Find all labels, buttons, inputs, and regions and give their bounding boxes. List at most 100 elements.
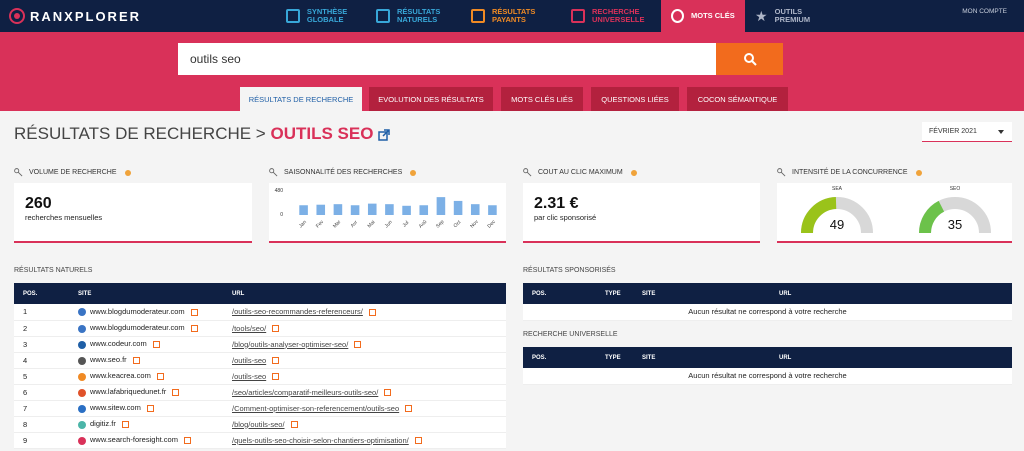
row-url[interactable]: /outils-seo (223, 368, 506, 385)
url-link[interactable]: /outils-seo (232, 356, 266, 365)
site-link[interactable]: www.lafabriquedunet.fr (90, 387, 166, 396)
url-link[interactable]: /outils-seo-recommandes-referenceurs/ (232, 307, 363, 316)
row-pos: 5 (14, 368, 69, 385)
url-link[interactable]: /blog/outils-seo/ (232, 420, 285, 429)
cpc-header: COUT AU CLIC MAXIMUM (523, 168, 637, 177)
external-link-icon[interactable] (121, 421, 129, 428)
bar (419, 205, 429, 215)
table-row: 6 www.lafabriquedunet.fr/seo/articles/com… (14, 384, 506, 401)
table-row: 5 www.keacrea.com/outils-seo (14, 368, 506, 385)
row-site[interactable]: www.codeur.com (69, 336, 223, 353)
row-url[interactable]: /tools/seo/ (223, 320, 506, 337)
external-link-icon[interactable] (272, 373, 280, 381)
external-link-icon[interactable] (414, 437, 422, 445)
row-site[interactable]: www.blogdumoderateur.com (69, 304, 223, 321)
row-site[interactable]: digitiz.fr (69, 416, 223, 433)
grid-icon (286, 9, 300, 23)
nav-resultats-payants[interactable]: RÉSULTATS PAYANTS (461, 0, 561, 32)
external-link-icon[interactable] (272, 325, 280, 333)
row-url[interactable]: /quels-outils-seo-choisir-selon-chantier… (223, 432, 506, 449)
x-tick-label: Jul (401, 220, 410, 229)
external-link-icon[interactable] (156, 373, 164, 380)
external-link-icon[interactable] (183, 437, 191, 444)
volume-value: 260 (25, 195, 52, 212)
url-link[interactable]: /tools/seo/ (232, 324, 266, 333)
volume-label: recherches mensuelles (25, 213, 103, 222)
external-link-icon[interactable] (190, 325, 198, 332)
row-site[interactable]: www.search-foresight.com (69, 432, 223, 449)
nav-synthese-globale[interactable]: SYNTHÈSE GLOBALE (276, 0, 366, 32)
row-pos: 7 (14, 400, 69, 417)
site-link[interactable]: www.blogdumoderateur.com (90, 307, 185, 316)
site-link[interactable]: digitiz.fr (90, 419, 116, 428)
site-link[interactable]: www.search-foresight.com (90, 435, 178, 444)
row-url[interactable]: /outils-seo-recommandes-referenceurs/ (223, 304, 506, 321)
row-site[interactable]: www.keacrea.com (69, 368, 223, 385)
external-link-icon[interactable] (290, 421, 298, 429)
key-icon (14, 168, 23, 177)
nav-mots-cles[interactable]: MOTS CLÉS (661, 0, 745, 32)
cpc-card: 2.31 € par clic sponsorisé (523, 183, 760, 243)
row-url[interactable]: /blog/outils-seo/ (223, 416, 506, 433)
site-link[interactable]: www.keacrea.com (90, 371, 151, 380)
account-menu[interactable]: MON COMPTE (962, 8, 1007, 15)
tab-mots-cles-lies[interactable]: MOTS CLÉS LIÉS (501, 87, 583, 111)
row-url[interactable]: /blog/outils-analyser-optimiser-seo/ (223, 336, 506, 353)
seo-gauge-fill (919, 200, 945, 234)
row-site[interactable]: www.blogdumoderateur.com (69, 320, 223, 337)
external-link-icon[interactable] (172, 389, 180, 396)
info-icon[interactable] (124, 169, 131, 176)
url-link[interactable]: /Comment-optimiser-son-referencement/out… (232, 404, 399, 413)
tab-resultats-recherche[interactable]: RÉSULTATS DE RECHERCHE (240, 87, 362, 111)
external-link-icon[interactable] (152, 341, 160, 348)
external-link-icon[interactable] (378, 128, 390, 141)
concurrence-header: INTENSITÉ DE LA CONCURRENCE (777, 168, 922, 177)
nav-outils-premium[interactable]: ★ OUTILS PREMIUM (745, 0, 829, 32)
site-link[interactable]: www.sitew.com (90, 403, 141, 412)
sponsorises-title: RÉSULTATS SPONSORISÉS (523, 267, 616, 274)
info-icon[interactable] (915, 169, 922, 176)
url-link[interactable]: /blog/outils-analyser-optimiser-seo/ (232, 340, 348, 349)
site-link[interactable]: www.blogdumoderateur.com (90, 323, 185, 332)
external-link-icon[interactable] (146, 405, 154, 412)
row-site[interactable]: www.lafabriquedunet.fr (69, 384, 223, 401)
site-link[interactable]: www.seo.fr (90, 355, 127, 364)
nav-resultats-naturels[interactable]: RÉSULTATS NATURELS (366, 0, 461, 32)
row-url[interactable]: /outils-seo (223, 352, 506, 369)
competition-gauges: SEA SEO 49 35 (801, 186, 991, 234)
url-link[interactable]: /quels-outils-seo-choisir-selon-chantier… (232, 436, 409, 445)
table-row: 2 www.blogdumoderateur.com/tools/seo/ (14, 320, 506, 337)
tab-questions-liees[interactable]: QUESTIONS LIÉES (591, 87, 679, 111)
external-link-icon[interactable] (405, 405, 413, 413)
site-link[interactable]: www.codeur.com (90, 339, 147, 348)
row-url[interactable]: /seo/articles/comparatif-meilleurs-outil… (223, 384, 506, 401)
row-site[interactable]: www.sitew.com (69, 400, 223, 417)
key-icon (523, 168, 532, 177)
external-link-icon[interactable] (368, 308, 376, 316)
url-link[interactable]: /outils-seo (232, 372, 266, 381)
external-link-icon[interactable] (272, 357, 280, 365)
date-select[interactable]: FÉVRIER 2021 (922, 122, 1012, 142)
search-icon (743, 53, 757, 66)
row-url[interactable]: /Comment-optimiser-son-referencement/out… (223, 400, 506, 417)
favicon-icon (78, 420, 86, 429)
brand-logo[interactable]: RANXPLORER (9, 7, 141, 25)
logo-icon (9, 8, 25, 24)
search-input[interactable] (178, 43, 716, 75)
info-icon[interactable] (410, 169, 417, 176)
external-link-icon[interactable] (354, 341, 362, 349)
search-button[interactable] (716, 43, 783, 75)
row-site[interactable]: www.seo.fr (69, 352, 223, 369)
naturels-title: RÉSULTATS NATURELS (14, 267, 93, 274)
bar (385, 204, 394, 215)
external-link-icon[interactable] (190, 308, 198, 316)
x-tick-label: Mar (332, 219, 343, 230)
nav-recherche-universelle[interactable]: RECHERCHE UNIVERSELLE (561, 0, 661, 32)
external-link-icon[interactable] (384, 389, 392, 397)
info-icon[interactable] (630, 169, 637, 176)
row-pos: 4 (14, 352, 69, 369)
tab-cocon-semantique[interactable]: COCON SÉMANTIQUE (687, 87, 788, 111)
tab-evolution-resultats[interactable]: EVOLUTION DES RÉSULTATS (369, 87, 493, 111)
external-link-icon[interactable] (132, 357, 140, 364)
url-link[interactable]: /seo/articles/comparatif-meilleurs-outil… (232, 388, 378, 397)
